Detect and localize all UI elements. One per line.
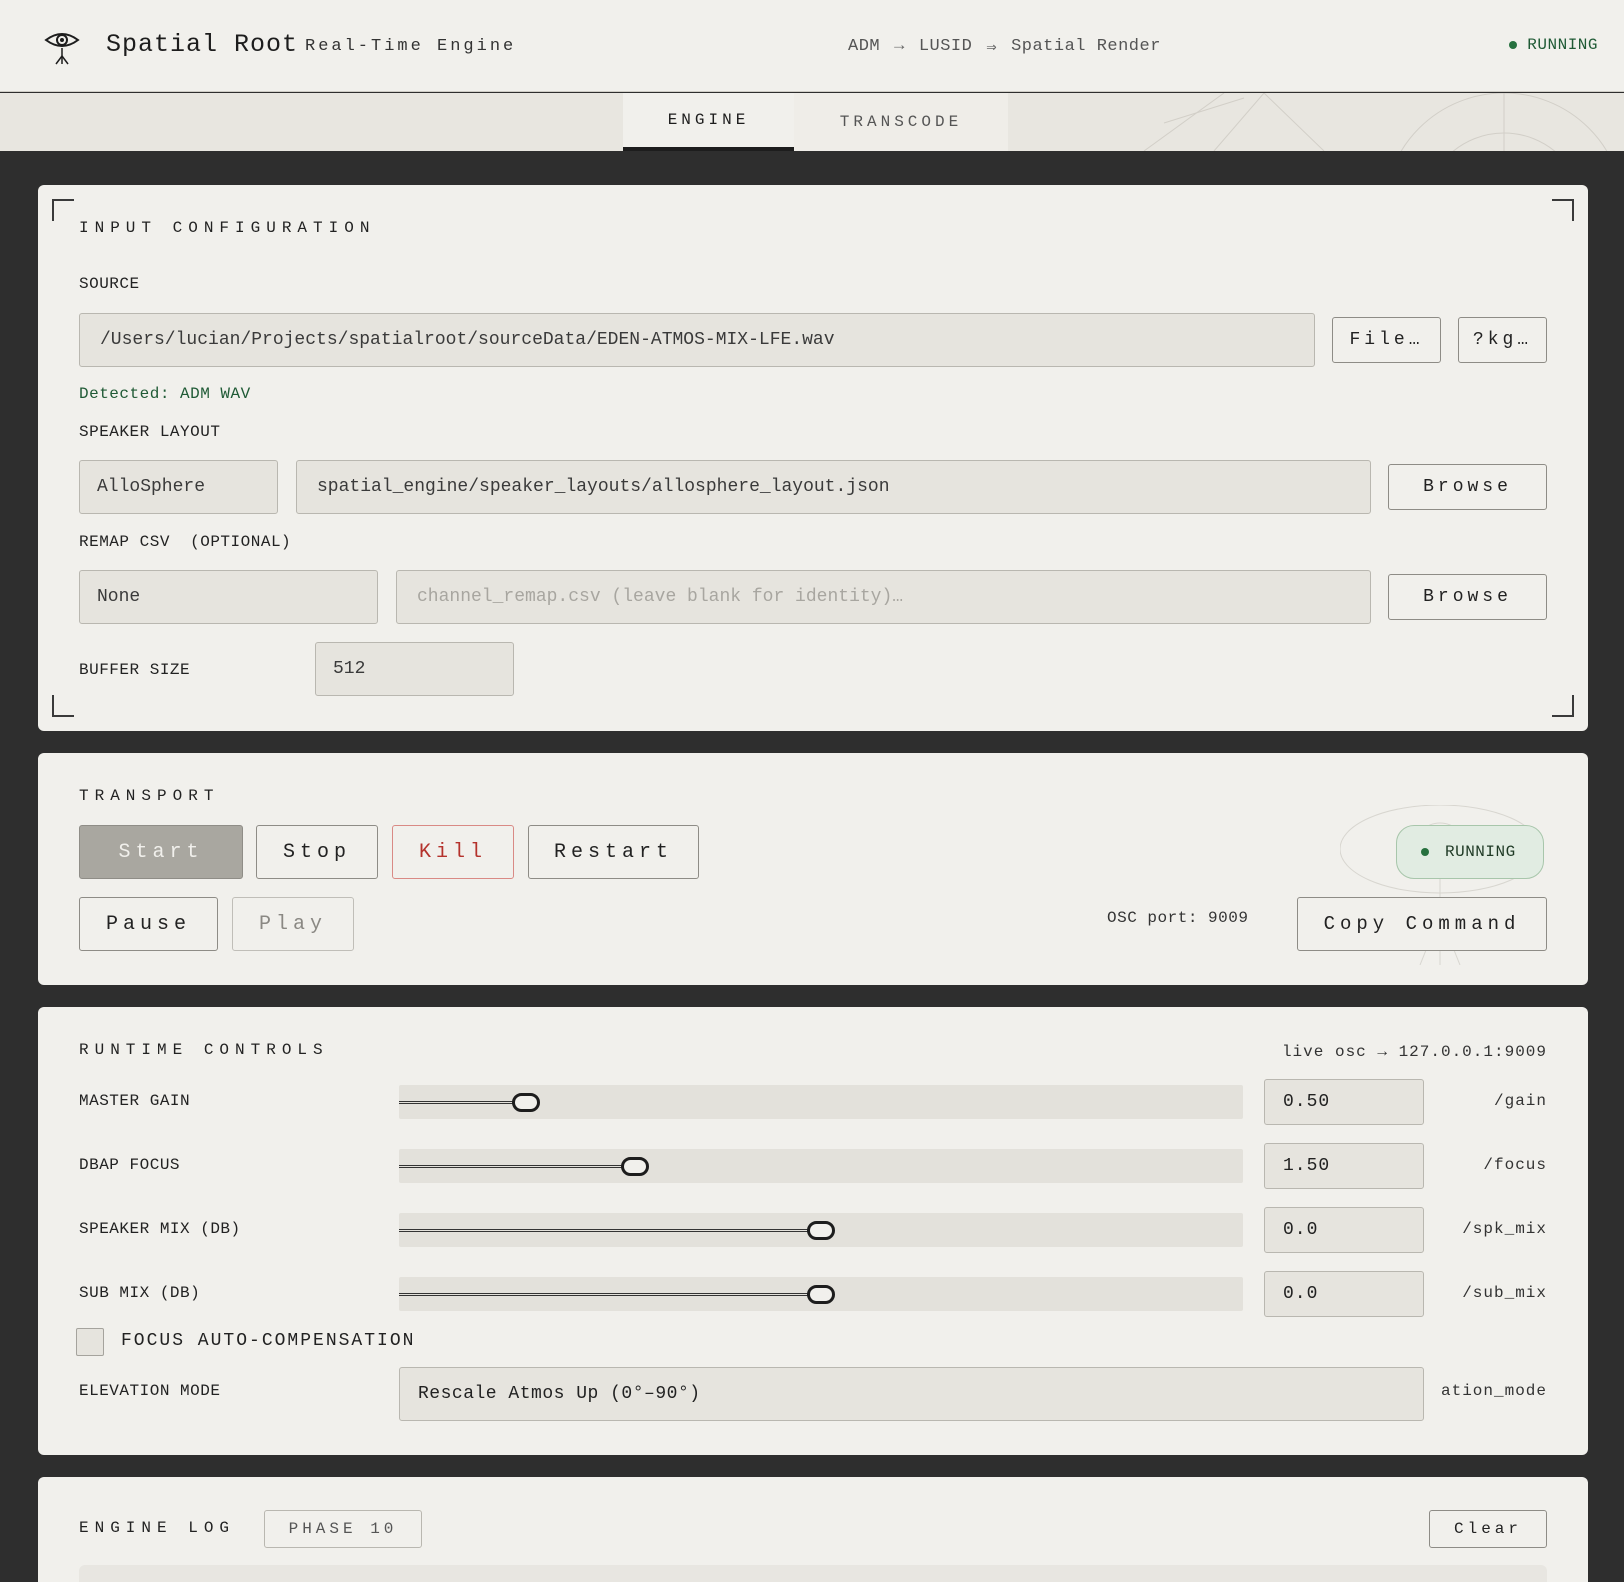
slider-thumb[interactable] — [621, 1157, 649, 1176]
pipeline-step-adm: ADM — [848, 37, 881, 56]
buffer-size-label: BUFFER SIZE — [79, 661, 191, 679]
detected-format: Detected: ADM WAV — [79, 385, 251, 403]
sub-mix-slider[interactable] — [399, 1277, 1243, 1311]
pkg-button[interactable]: ?kg… — [1458, 317, 1547, 363]
app-title: Spatial Root — [106, 30, 299, 59]
pipeline-step-render: Spatial Render — [1011, 37, 1161, 56]
focus-auto-compensation-checkbox[interactable] — [76, 1328, 104, 1356]
elevation-mode-label: ELEVATION MODE — [79, 1382, 221, 1400]
corner-bracket — [1552, 695, 1574, 717]
app-header: Spatial Root Real-Time Engine ADM → LUSI… — [0, 0, 1624, 92]
speaker-mix-slider[interactable] — [399, 1213, 1243, 1247]
pipeline-step-lusid: LUSID — [918, 37, 973, 56]
slider-thumb[interactable] — [807, 1285, 835, 1304]
master-gain-value-input[interactable]: 0.50 — [1264, 1079, 1424, 1125]
engine-log-panel: ENGINE LOG PHASE 10 Clear — [38, 1477, 1588, 1582]
remap-optional-text: (OPTIONAL) — [190, 533, 292, 551]
tab-transcode[interactable]: TRANSCODE — [794, 93, 1008, 151]
runtime-controls-panel: RUNTIME CONTROLS live osc → 127.0.0.1:90… — [38, 1007, 1588, 1455]
remap-csv-input[interactable]: channel_remap.csv (leave blank for ident… — [396, 570, 1371, 624]
sub-mix-osc: /sub_mix — [1462, 1284, 1547, 1302]
tab-engine[interactable]: ENGINE — [623, 93, 794, 151]
source-path-input[interactable]: /Users/lucian/Projects/spatialroot/sourc… — [79, 313, 1315, 367]
elevation-mode-select[interactable]: Rescale Atmos Up (0°–90°) — [399, 1367, 1424, 1421]
speaker-mix-label: SPEAKER MIX (DB) — [79, 1220, 241, 1238]
master-gain-row: MASTER GAIN 0.50 /gain — [38, 1079, 1588, 1125]
background-decoration — [1143, 93, 1608, 151]
stop-button[interactable]: Stop — [256, 825, 378, 879]
app-subtitle: Real-Time Engine — [305, 37, 517, 56]
sub-mix-label: SUB MIX (DB) — [79, 1284, 201, 1302]
live-osc-address: live osc → 127.0.0.1:9009 — [1281, 1043, 1547, 1061]
pipeline-breadcrumb: ADM → LUSID ⇒ Spatial Render — [848, 37, 1161, 58]
start-button[interactable]: Start — [79, 825, 243, 879]
buffer-size-input[interactable]: 512 — [315, 642, 514, 696]
tab-bar: ENGINE TRANSCODE — [0, 93, 1624, 151]
restart-button[interactable]: Restart — [528, 825, 699, 879]
speaker-layout-label: SPEAKER LAYOUT — [79, 423, 221, 441]
clear-log-button[interactable]: Clear — [1429, 1510, 1547, 1548]
transport-title: TRANSPORT — [79, 787, 220, 805]
eye-logo-icon — [44, 33, 80, 65]
dbap-focus-row: DBAP FOCUS 1.50 /focus — [38, 1143, 1588, 1189]
input-config-title: INPUT CONFIGURATION — [79, 219, 376, 237]
phase-badge: PHASE 10 — [264, 1510, 422, 1548]
running-status-text: RUNNING — [1445, 843, 1516, 861]
file-button[interactable]: File… — [1332, 317, 1441, 363]
arrow-icon: → — [894, 37, 905, 56]
remap-csv-label-text: REMAP CSV — [79, 533, 170, 551]
play-button[interactable]: Play — [232, 897, 354, 951]
corner-bracket — [52, 695, 74, 717]
header-status: RUNNING — [1509, 36, 1598, 54]
runtime-title: RUNTIME CONTROLS — [79, 1041, 329, 1059]
slider-thumb[interactable] — [807, 1221, 835, 1240]
speaker-layout-preset-select[interactable]: AlloSphere — [79, 460, 278, 514]
remap-csv-label: REMAP CSV (OPTIONAL) — [79, 533, 291, 551]
pause-button[interactable]: Pause — [79, 897, 218, 951]
sub-mix-value-input[interactable]: 0.0 — [1264, 1271, 1424, 1317]
engine-log-title: ENGINE LOG — [79, 1519, 236, 1537]
speaker-layout-path-input[interactable]: spatial_engine/speaker_layouts/allospher… — [296, 460, 1371, 514]
status-dot-icon — [1509, 41, 1518, 49]
dbap-focus-slider[interactable] — [399, 1149, 1243, 1183]
transport-panel: TRANSPORT Start Stop Kill Restart Pause … — [38, 753, 1588, 985]
dbap-focus-osc: /focus — [1483, 1156, 1547, 1174]
dbap-focus-label: DBAP FOCUS — [79, 1156, 181, 1174]
corner-bracket — [1552, 199, 1574, 221]
master-gain-slider[interactable] — [399, 1085, 1243, 1119]
speaker-mix-row: SPEAKER MIX (DB) 0.0 /spk_mix — [38, 1207, 1588, 1253]
speaker-layout-browse-button[interactable]: Browse — [1388, 464, 1547, 510]
slider-thumb[interactable] — [512, 1093, 540, 1112]
status-dot-icon — [1421, 848, 1429, 856]
running-status-pill: RUNNING — [1396, 825, 1544, 879]
log-output — [79, 1565, 1547, 1582]
focus-auto-compensation-label: FOCUS AUTO-COMPENSATION — [121, 1331, 416, 1351]
remap-preset-select[interactable]: None — [79, 570, 378, 624]
kill-button[interactable]: Kill — [392, 825, 514, 879]
header-status-text: RUNNING — [1527, 36, 1598, 54]
master-gain-label: MASTER GAIN — [79, 1092, 191, 1110]
remap-browse-button[interactable]: Browse — [1388, 574, 1547, 620]
sub-mix-row: SUB MIX (DB) 0.0 /sub_mix — [38, 1271, 1588, 1317]
elevation-mode-osc: ation_mode — [1440, 1382, 1547, 1400]
source-label: SOURCE — [79, 275, 140, 293]
speaker-mix-value-input[interactable]: 0.0 — [1264, 1207, 1424, 1253]
osc-port-label: OSC port: 9009 — [1107, 909, 1249, 927]
speaker-mix-osc: /spk_mix — [1462, 1220, 1547, 1238]
corner-bracket — [52, 199, 74, 221]
master-gain-osc: /gain — [1493, 1092, 1547, 1110]
dbap-focus-value-input[interactable]: 1.50 — [1264, 1143, 1424, 1189]
double-arrow-icon: ⇒ — [986, 39, 998, 58]
input-configuration-panel: INPUT CONFIGURATION SOURCE /Users/lucian… — [38, 185, 1588, 731]
copy-command-button[interactable]: Copy Command — [1297, 897, 1547, 951]
